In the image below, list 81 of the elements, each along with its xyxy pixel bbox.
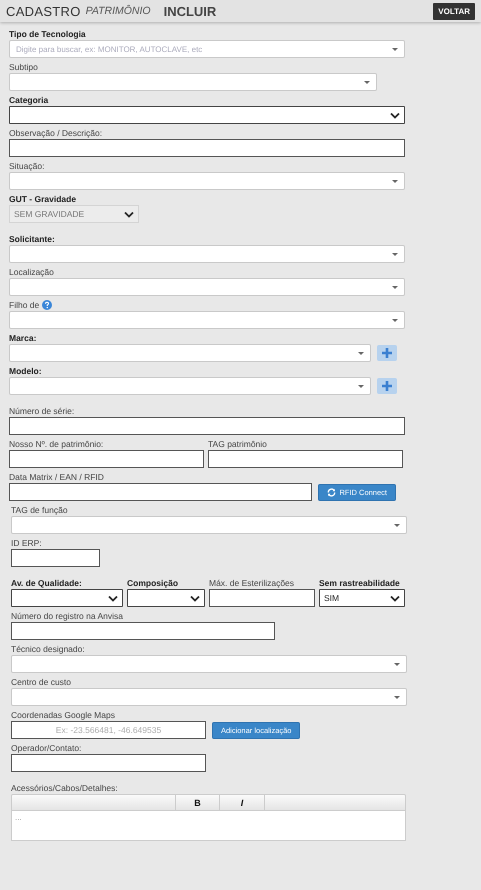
caret-icon	[392, 252, 398, 256]
dropdown-field[interactable]	[9, 245, 405, 263]
dropdown-field[interactable]	[9, 311, 405, 329]
field-label: Centro de custo	[11, 677, 72, 687]
field-label: TAG patrimônio	[208, 439, 267, 449]
add-button[interactable]	[377, 345, 397, 361]
caret-icon	[358, 384, 364, 388]
back-button[interactable]: VOLTAR	[433, 2, 475, 20]
help-icon[interactable]	[42, 300, 52, 310]
select-field[interactable]	[9, 106, 405, 124]
dropdown-field[interactable]	[11, 655, 407, 673]
field-label: Categoria	[9, 95, 48, 105]
dropdown-field[interactable]	[9, 344, 371, 362]
dropdown-field[interactable]	[9, 172, 405, 190]
field-label: Data Matrix / EAN / RFID	[9, 472, 104, 482]
dropdown-field[interactable]	[9, 377, 371, 395]
caret-icon	[392, 286, 398, 288]
page-action: INCLUIR	[164, 4, 216, 18]
caret-icon	[392, 48, 398, 50]
select-field[interactable]: SEM GRAVIDADE	[9, 205, 139, 223]
field-label: Subtipo	[9, 62, 38, 72]
field-label: Técnico designado:	[11, 644, 85, 654]
dropdown-field[interactable]	[9, 73, 377, 91]
select-field[interactable]: SIM	[319, 589, 405, 607]
chevron-icon	[390, 112, 400, 118]
dropdown-field[interactable]	[11, 688, 407, 706]
field-label: Nosso Nº. de patrimônio:	[9, 439, 104, 449]
field-label: Sem rastreabilidade	[319, 578, 400, 588]
field-label: Situação:	[9, 161, 44, 171]
dropdown-field[interactable]	[9, 278, 405, 296]
caret-icon	[394, 662, 400, 666]
input-field[interactable]	[208, 450, 403, 468]
chevron-icon	[190, 594, 200, 602]
input-field[interactable]	[11, 622, 275, 640]
input-field[interactable]: Ex: -23.566481, -46.649535	[11, 721, 206, 739]
field-label: Filho de	[9, 300, 40, 310]
field-label: Solicitante:	[9, 234, 55, 244]
caret-icon	[364, 80, 370, 84]
field-label: GUT - Gravidade	[9, 194, 76, 204]
field-label: Máx. de Esterilizações	[209, 578, 294, 588]
field-label: ID ERP:	[11, 538, 42, 548]
caret-icon	[394, 696, 400, 698]
field-label: Observação / Descrição:	[9, 128, 102, 138]
field-label: Localização	[9, 267, 54, 277]
field-label: Tipo de Tecnologia	[9, 29, 86, 39]
input-field[interactable]	[9, 139, 405, 157]
toolbar-button[interactable]: B	[175, 795, 219, 810]
field-label: Composição	[127, 578, 178, 588]
caret-icon	[358, 352, 364, 354]
input-field[interactable]	[9, 450, 204, 468]
toolbar-button[interactable]: I	[219, 795, 265, 810]
field-label: Marca:	[9, 333, 36, 343]
input-field[interactable]	[11, 549, 100, 567]
field-label: Coordenadas Google Maps	[11, 710, 115, 720]
input-field[interactable]	[9, 417, 405, 435]
chevron-icon	[390, 594, 400, 602]
chevron-icon	[108, 594, 118, 602]
page-title: CADASTRO	[6, 4, 81, 18]
add-button[interactable]	[377, 378, 397, 394]
input-field[interactable]	[11, 754, 206, 772]
caret-icon	[392, 318, 398, 322]
plus-icon	[381, 347, 393, 359]
dropdown-field[interactable]	[11, 516, 407, 534]
select-field[interactable]	[127, 589, 205, 607]
field-label: Operador/Contato:	[11, 743, 82, 753]
field-label: TAG de função	[11, 505, 68, 515]
chevron-icon	[124, 210, 134, 218]
select-field[interactable]	[11, 589, 123, 607]
input-field[interactable]	[209, 589, 315, 607]
field-label: Acessórios/Cabos/Detalhes:	[11, 783, 118, 793]
field-label: Número de série:	[9, 406, 74, 416]
page-subtitle: PATRIMÔNIO	[86, 5, 151, 17]
input-field[interactable]	[9, 483, 312, 501]
caret-icon	[394, 524, 400, 526]
field-label: Modelo:	[9, 366, 42, 376]
field-label: Número do registro na Anvisa	[11, 611, 123, 621]
field-label: Av. de Qualidade:	[11, 578, 82, 588]
plus-icon	[381, 380, 393, 392]
text-area[interactable]: ...	[11, 811, 406, 841]
caret-icon	[392, 180, 398, 182]
sync-icon	[327, 488, 336, 496]
